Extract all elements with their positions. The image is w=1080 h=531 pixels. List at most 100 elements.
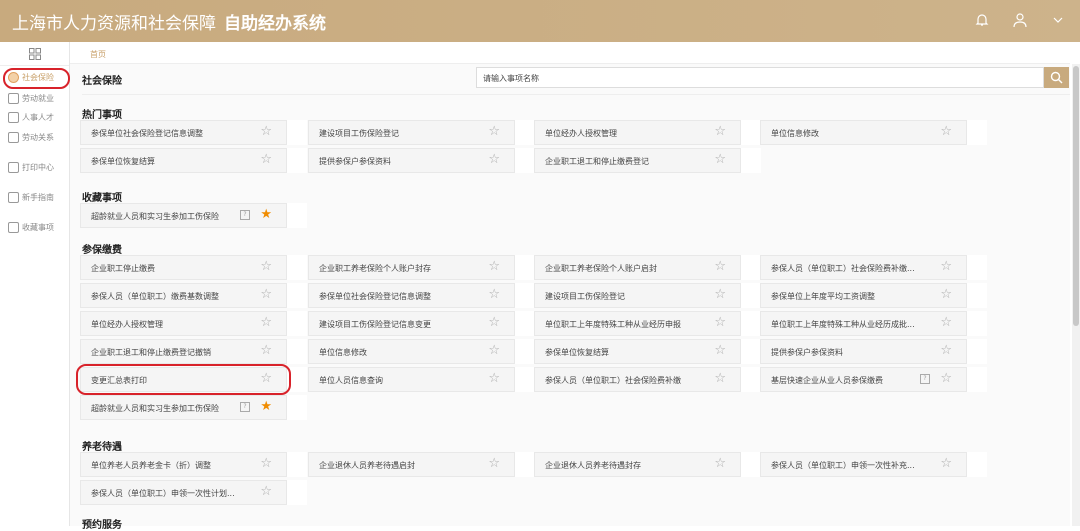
service-item[interactable]: 参保人员（单位职工）社会保险费补缴 ☆ (534, 367, 741, 392)
service-item[interactable]: 超龄就业人员和实习生参加工伤保险? ★ (80, 203, 287, 228)
star-icon[interactable]: ☆ (260, 288, 272, 302)
service-item[interactable]: 企业职工退工和停止缴费登记 ☆ (534, 148, 741, 173)
service-item[interactable]: 参保单位社会保险登记信息调整 ☆ (308, 283, 515, 308)
search-input[interactable]: 请输入事项名称 (476, 67, 1044, 88)
service-item[interactable]: 参保单位上年度平均工资调整 ☆ (760, 283, 967, 308)
star-icon[interactable]: ☆ (488, 457, 500, 471)
service-item[interactable]: 参保人员（单位职工）缴费基数调整 ☆ (80, 283, 287, 308)
card-gap (967, 339, 987, 364)
sidebar-item[interactable]: 劳动就业 (8, 93, 54, 104)
star-icon[interactable]: ☆ (714, 457, 726, 471)
service-item[interactable]: 单位信息修改 ☆ (308, 339, 515, 364)
service-item-label: 单位人员信息查询 (319, 376, 383, 385)
help-icon[interactable]: ? (240, 402, 250, 412)
star-icon[interactable]: ☆ (940, 372, 952, 386)
service-item[interactable]: 建设项目工伤保险登记 ☆ (308, 120, 515, 145)
service-item-label: 参保单位社会保险登记信息调整 (319, 292, 431, 301)
breadcrumb[interactable]: 首页 (70, 42, 1070, 64)
service-item-label: 参保单位恢复结算 (91, 157, 155, 166)
service-item[interactable]: 参保人员（单位职工）社会保险费补缴... ☆ (760, 255, 967, 280)
star-icon[interactable]: ☆ (714, 372, 726, 386)
service-item[interactable]: 参保单位恢复结算 ☆ (534, 339, 741, 364)
star-icon[interactable]: ☆ (488, 125, 500, 139)
user-icon[interactable] (1010, 10, 1030, 30)
service-item[interactable]: 提供参保户参保资料 ☆ (308, 148, 515, 173)
star-filled-icon[interactable]: ★ (260, 208, 272, 222)
star-icon[interactable]: ☆ (260, 260, 272, 274)
service-item[interactable]: 超龄就业人员和实习生参加工伤保险? ★ (80, 395, 287, 420)
service-item[interactable]: 参保单位恢复结算 ☆ (80, 148, 287, 173)
apps-grid-icon[interactable] (0, 42, 69, 66)
star-icon[interactable]: ☆ (260, 125, 272, 139)
section-title: 收藏事项 (82, 193, 122, 204)
service-item[interactable]: 单位职工上年度特殊工种从业经历成批... ☆ (760, 311, 967, 336)
service-item[interactable]: 企业退休人员养老待遇封存 ☆ (534, 452, 741, 477)
star-icon[interactable]: ☆ (940, 457, 952, 471)
star-filled-icon[interactable]: ★ (260, 400, 272, 414)
service-item[interactable]: 企业退休人员养老待遇启封 ☆ (308, 452, 515, 477)
service-item[interactable]: 企业职工养老保险个人账户封存 ☆ (308, 255, 515, 280)
star-icon[interactable]: ☆ (940, 316, 952, 330)
service-item[interactable]: 单位养老人员养老金卡（折）调整 ☆ (80, 452, 287, 477)
search-button[interactable] (1044, 67, 1069, 88)
star-icon[interactable]: ☆ (714, 316, 726, 330)
star-icon[interactable]: ☆ (260, 316, 272, 330)
sidebar-item[interactable]: 打印中心 (8, 162, 54, 173)
star-icon[interactable]: ☆ (940, 344, 952, 358)
star-icon[interactable]: ☆ (714, 153, 726, 167)
sidebar-item-label: 劳动就业 (22, 94, 54, 103)
card-gap (515, 148, 535, 173)
star-icon[interactable]: ☆ (488, 288, 500, 302)
service-item[interactable]: 参保单位社会保险登记信息调整 ☆ (80, 120, 287, 145)
service-item[interactable]: 参保人员（单位职工）申领一次性补充... ☆ (760, 452, 967, 477)
service-item[interactable]: 企业职工停止缴费 ☆ (80, 255, 287, 280)
star-icon[interactable]: ☆ (488, 344, 500, 358)
star-icon[interactable]: ☆ (260, 457, 272, 471)
help-icon[interactable]: ? (920, 374, 930, 384)
card-gap (287, 148, 307, 173)
star-icon[interactable]: ☆ (260, 485, 272, 499)
star-icon[interactable]: ☆ (940, 125, 952, 139)
scrollbar[interactable] (1072, 64, 1080, 526)
sidebar-item[interactable]: 人事人才 (8, 112, 54, 123)
section-title: 热门事项 (82, 110, 122, 121)
service-item[interactable]: 参保人员（单位职工）申领一次性计划... ☆ (80, 480, 287, 505)
service-item[interactable]: 单位职工上年度特殊工种从业经历申报 ☆ (534, 311, 741, 336)
service-item[interactable]: 企业职工退工和停止缴费登记撤销 ☆ (80, 339, 287, 364)
star-icon[interactable]: ☆ (714, 344, 726, 358)
service-item[interactable]: 企业职工养老保险个人账户启封 ☆ (534, 255, 741, 280)
star-icon[interactable]: ☆ (260, 344, 272, 358)
star-icon[interactable]: ☆ (260, 153, 272, 167)
service-item[interactable]: 单位人员信息查询 ☆ (308, 367, 515, 392)
star-icon[interactable]: ☆ (488, 316, 500, 330)
star-icon[interactable]: ☆ (940, 260, 952, 274)
card-gap (515, 311, 535, 336)
star-icon[interactable]: ☆ (488, 153, 500, 167)
bell-icon[interactable] (972, 10, 992, 30)
service-item-label: 企业职工退工和停止缴费登记 (545, 157, 649, 166)
service-item-label: 提供参保户参保资料 (771, 348, 843, 357)
sidebar-item[interactable]: 劳动关系 (8, 132, 54, 143)
service-item[interactable]: 单位信息修改 ☆ (760, 120, 967, 145)
card-gap (967, 311, 987, 336)
help-icon[interactable]: ? (240, 210, 250, 220)
sidebar-item[interactable]: 新手指南 (8, 192, 54, 203)
chevron-down-icon[interactable] (1048, 10, 1068, 30)
sidebar-item-label: 打印中心 (22, 163, 54, 172)
star-icon[interactable]: ☆ (714, 125, 726, 139)
card-gap (287, 311, 307, 336)
star-icon[interactable]: ☆ (940, 288, 952, 302)
service-item[interactable]: 单位经办人授权管理 ☆ (80, 311, 287, 336)
scrollbar-thumb[interactable] (1073, 66, 1079, 326)
service-item[interactable]: 提供参保户参保资料 ☆ (760, 339, 967, 364)
service-item[interactable]: 建设项目工伤保险登记信息变更 ☆ (308, 311, 515, 336)
star-icon[interactable]: ☆ (714, 288, 726, 302)
document-icon (8, 132, 19, 143)
star-icon[interactable]: ☆ (714, 260, 726, 274)
service-item[interactable]: 单位经办人授权管理 ☆ (534, 120, 741, 145)
star-icon[interactable]: ☆ (488, 260, 500, 274)
sidebar-item[interactable]: 收藏事项 (8, 222, 54, 233)
service-item[interactable]: 基层快速企业从业人员参保缴费? ☆ (760, 367, 967, 392)
star-icon[interactable]: ☆ (488, 372, 500, 386)
service-item[interactable]: 建设项目工伤保险登记 ☆ (534, 283, 741, 308)
